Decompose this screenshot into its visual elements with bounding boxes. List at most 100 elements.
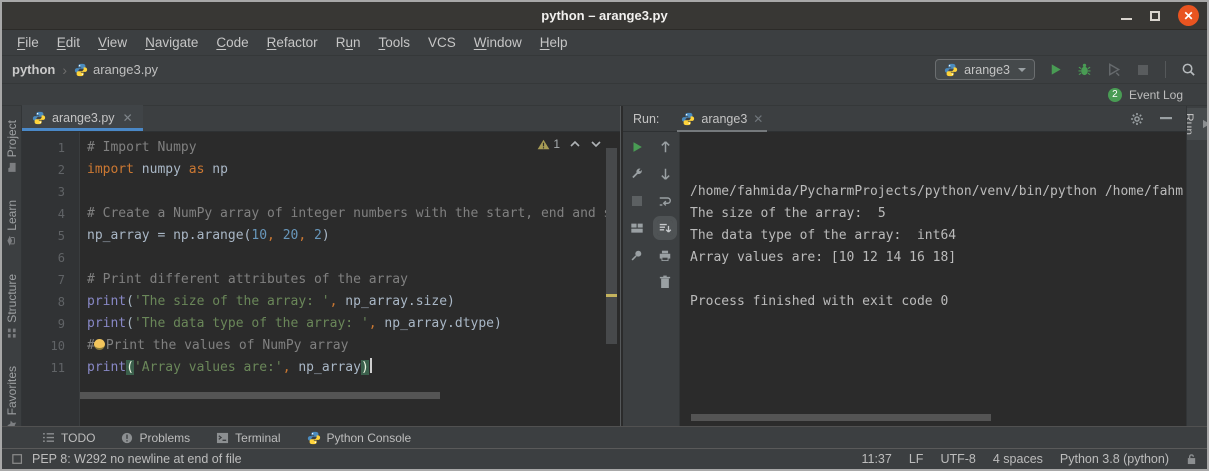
- inspection-widget[interactable]: 1: [537, 137, 602, 151]
- event-log-label[interactable]: Event Log: [1129, 88, 1183, 102]
- python-icon: [74, 63, 88, 77]
- code-token: Print the values of NumPy array: [106, 338, 349, 353]
- restore-layout-icon[interactable]: [629, 220, 645, 236]
- warning-stripe-mark[interactable]: [606, 294, 617, 297]
- code-line-9[interactable]: print('The data type of the array: ', np…: [80, 313, 620, 335]
- breadcrumb-project[interactable]: python: [12, 62, 55, 77]
- run-tab-arange3[interactable]: arange3 ✕: [673, 106, 771, 132]
- tool-window-button-learn[interactable]: Learn: [5, 200, 19, 246]
- code-line-2[interactable]: import numpy as np: [80, 159, 620, 181]
- next-warning-icon[interactable]: [590, 140, 602, 148]
- menu-refactor[interactable]: Refactor: [258, 35, 327, 50]
- gear-icon[interactable]: [1130, 112, 1144, 126]
- tool-window-button-todo[interactable]: TODO: [42, 431, 95, 445]
- menu-vcs[interactable]: VCS: [419, 35, 465, 50]
- code-token: [306, 228, 314, 243]
- debug-icon[interactable]: [1076, 61, 1093, 78]
- breadcrumb-file[interactable]: arange3.py: [74, 62, 158, 77]
- text-caret: [370, 358, 372, 373]
- menu-help[interactable]: Help: [531, 35, 577, 50]
- line-number[interactable]: 6: [22, 247, 79, 269]
- status-widget[interactable]: UTF-8: [940, 452, 975, 466]
- menu-code[interactable]: Code: [207, 35, 257, 50]
- code-line-6[interactable]: [80, 247, 620, 269]
- code-line-10[interactable]: #Print the values of NumPy array: [80, 335, 620, 357]
- maximize-button[interactable]: [1150, 11, 1160, 21]
- settings-wrench-icon[interactable]: [629, 166, 645, 182]
- soft-wrap-icon[interactable]: [657, 193, 673, 209]
- line-number[interactable]: 4: [22, 203, 79, 225]
- line-number[interactable]: 9: [22, 313, 79, 335]
- warning-indicator[interactable]: 1: [537, 137, 560, 151]
- editor[interactable]: 1234567891011 # Import Numpyimport numpy…: [22, 132, 620, 426]
- tool-window-button-python-console[interactable]: Python Console: [307, 431, 412, 445]
- code-area[interactable]: # Import Numpyimport numpy as np# Create…: [80, 132, 620, 426]
- clear-all-icon[interactable]: [657, 274, 673, 290]
- line-number[interactable]: 10: [22, 335, 79, 357]
- line-number[interactable]: 1: [22, 137, 79, 159]
- code-line-4[interactable]: # Create a NumPy array of integer number…: [80, 203, 620, 225]
- line-number[interactable]: 3: [22, 181, 79, 203]
- menu-window[interactable]: Window: [465, 35, 531, 50]
- structure-icon: [7, 328, 17, 338]
- menu-view[interactable]: View: [89, 35, 136, 50]
- editor-vertical-scrollbar[interactable]: [606, 148, 617, 344]
- code-line-8[interactable]: print('The size of the array: ', np_arra…: [80, 291, 620, 313]
- line-number[interactable]: 2: [22, 159, 79, 181]
- toolbar-divider: [1165, 61, 1166, 78]
- scroll-to-end-icon[interactable]: [657, 220, 673, 236]
- menu-tools[interactable]: Tools: [369, 35, 419, 50]
- prev-warning-icon[interactable]: [569, 140, 581, 148]
- intention-bulb-icon[interactable]: [94, 339, 105, 350]
- editor-horizontal-scrollbar[interactable]: [80, 392, 440, 399]
- line-number[interactable]: 7: [22, 269, 79, 291]
- tab-close-icon[interactable]: ✕: [123, 111, 133, 125]
- down-stack-icon[interactable]: [657, 166, 673, 182]
- tool-window-button-run[interactable]: Run: [1186, 108, 1207, 140]
- up-stack-icon[interactable]: [657, 139, 673, 155]
- minimize-button[interactable]: [1121, 18, 1132, 20]
- window-icon[interactable]: [12, 453, 24, 465]
- menu-file[interactable]: File: [8, 35, 48, 50]
- run-icon[interactable]: [1047, 61, 1064, 78]
- main-area: Project Learn Structure Favorites arange3.p…: [2, 106, 1207, 426]
- hide-panel-icon[interactable]: [1160, 117, 1172, 120]
- status-widget[interactable]: 11:37: [861, 452, 891, 466]
- code-line-7[interactable]: # Print different attributes of the arra…: [80, 269, 620, 291]
- menu-edit[interactable]: Edit: [48, 35, 89, 50]
- menu-navigate[interactable]: Navigate: [136, 35, 207, 50]
- code-line-11[interactable]: print('Array values are:', np_array): [80, 357, 620, 379]
- code-token: (: [126, 316, 134, 331]
- code-line-5[interactable]: np_array = np.arange(10, 20, 2): [80, 225, 620, 247]
- tool-window-button-favorites[interactable]: Favorites: [5, 366, 19, 426]
- event-log-badge[interactable]: 2: [1108, 88, 1122, 102]
- line-number[interactable]: 11: [22, 357, 79, 379]
- tool-window-button-terminal[interactable]: Terminal: [216, 431, 280, 445]
- menu-run[interactable]: Run: [327, 35, 370, 50]
- warning-triangle-icon: [537, 139, 550, 150]
- console-horizontal-scrollbar[interactable]: [691, 414, 991, 421]
- rerun-icon[interactable]: [629, 139, 645, 155]
- print-icon[interactable]: [657, 247, 673, 263]
- close-button[interactable]: ✕: [1178, 5, 1199, 26]
- tool-window-button-problems[interactable]: Problems: [121, 431, 190, 445]
- tab-close-icon[interactable]: ✕: [753, 112, 763, 126]
- code-line-3[interactable]: [80, 181, 620, 203]
- editor-tab-arange3[interactable]: arange3.py ✕: [22, 105, 143, 131]
- tool-window-label: Problems: [139, 431, 190, 445]
- tool-window-button-project[interactable]: Project: [5, 120, 19, 172]
- run-console[interactable]: /home/fahmida/PycharmProjects/python/ven…: [679, 132, 1186, 426]
- toolbar-actions: [1047, 61, 1151, 78]
- line-number[interactable]: 8: [22, 291, 79, 313]
- tool-window-button-structure[interactable]: Structure: [5, 274, 19, 338]
- line-number[interactable]: 5: [22, 225, 79, 247]
- run-configuration-select[interactable]: arange3: [935, 59, 1035, 80]
- code-token: (: [126, 360, 134, 375]
- search-everywhere-icon[interactable]: [1180, 61, 1197, 78]
- status-widget[interactable]: 4 spaces: [993, 452, 1043, 466]
- status-widget[interactable]: Python 3.8 (python): [1060, 452, 1169, 466]
- pin-icon[interactable]: [629, 247, 645, 263]
- active-tab-underline: [22, 128, 143, 131]
- title-bar: python – arange3.py ✕: [2, 2, 1207, 30]
- status-widget[interactable]: LF: [909, 452, 924, 466]
